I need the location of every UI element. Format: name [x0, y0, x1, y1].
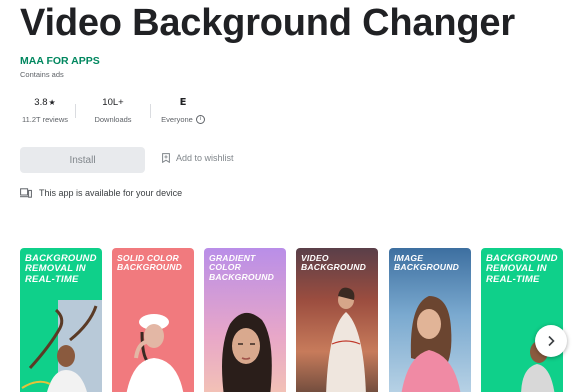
person-photo: [521, 341, 555, 392]
person-photo: [126, 314, 184, 392]
screenshot-4[interactable]: VIDEO BACKGROUND: [296, 248, 378, 392]
reviews-count: 11.2T reviews: [22, 115, 68, 124]
contains-ads-label: Contains ads: [20, 70, 64, 79]
screenshot-2[interactable]: SOLID COLOR BACKGROUND: [112, 248, 194, 392]
developer-link[interactable]: MAA FOR APPS: [20, 55, 100, 67]
wishlist-label: Add to wishlist: [176, 153, 234, 163]
screenshot-5[interactable]: IMAGE BACKGROUND: [389, 248, 471, 392]
device-availability: This app is available for your device: [20, 188, 182, 198]
screenshot-3[interactable]: GRADIENT COLOR BACKGROUND: [204, 248, 286, 392]
install-button[interactable]: Install: [20, 147, 145, 173]
person-photo: [222, 313, 272, 392]
app-title: Video Background Changer: [20, 2, 515, 44]
device-icon: [20, 188, 32, 198]
carousel-next-button[interactable]: [535, 325, 567, 357]
screenshot-1[interactable]: BACKGROUND REMOVAL IN REAL-TIME: [20, 248, 102, 392]
rating-stat[interactable]: 3.8 ★ 11.2T reviews: [15, 96, 75, 126]
chevron-right-icon: [548, 335, 555, 347]
downloads-label: Downloads: [94, 115, 132, 124]
add-to-wishlist-button[interactable]: Add to wishlist: [162, 153, 234, 163]
person-photo: [326, 287, 366, 392]
info-icon[interactable]: i: [195, 115, 205, 124]
downloads-stat: 10L+ Downloads: [76, 96, 150, 126]
content-rating-label: Everyone: [161, 115, 193, 124]
content-rating-stat[interactable]: E Everyone i: [151, 96, 215, 126]
person-photo: [21, 300, 102, 392]
wishlist-icon: [162, 153, 170, 163]
screenshot-carousel[interactable]: BACKGROUND REMOVAL IN REAL-TIME SOLID CO…: [20, 248, 575, 392]
person-photo: [401, 296, 461, 392]
stats-row: 3.8 ★ 11.2T reviews 10L+ Downloads E Eve…: [15, 96, 215, 126]
downloads-value: 10L+: [102, 97, 124, 108]
star-icon: ★: [48, 98, 56, 107]
availability-text: This app is available for your device: [39, 188, 183, 198]
esrb-everyone-icon: E: [179, 97, 187, 108]
rating-value: 3.8: [34, 97, 48, 108]
screenshot-6[interactable]: BACKGROUND REMOVAL IN REAL-TIME: [481, 248, 563, 392]
